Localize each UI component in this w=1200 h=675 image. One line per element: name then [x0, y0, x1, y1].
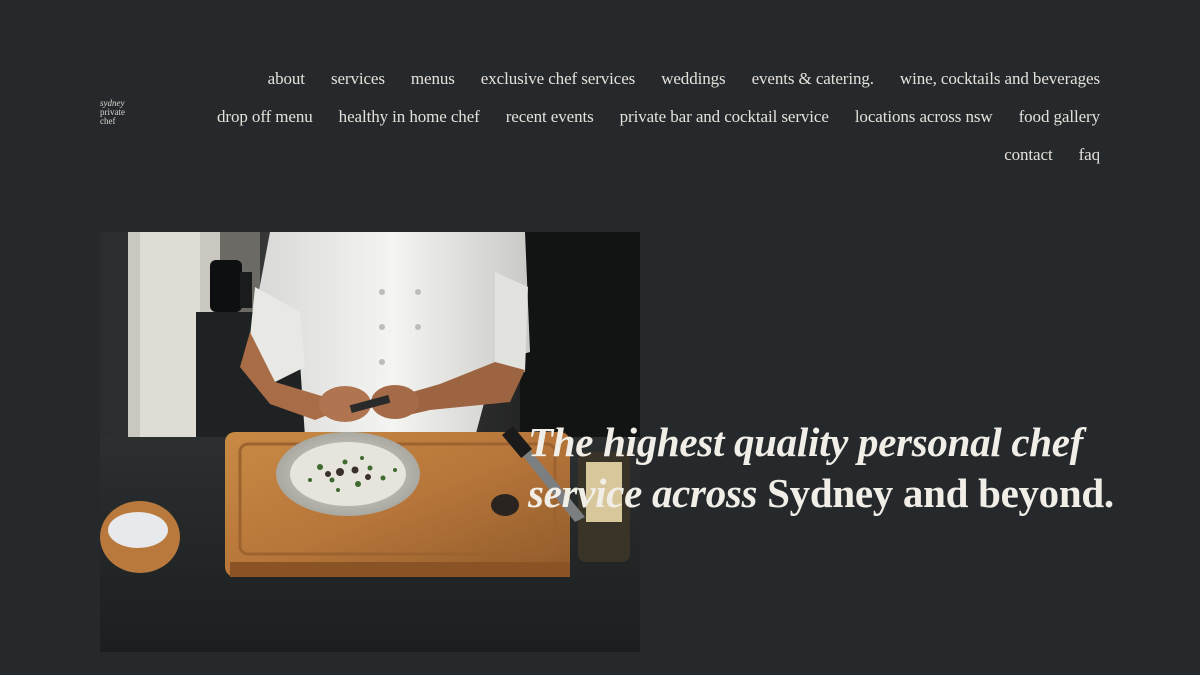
nav-row-2: drop off menu healthy in home chef recen…: [140, 98, 1100, 136]
nav-row-3: contact faq: [140, 136, 1100, 174]
nav-link-menus[interactable]: menus: [411, 69, 455, 89]
nav-link-faq[interactable]: faq: [1079, 145, 1101, 165]
nav-link-healthy-in-home-chef[interactable]: healthy in home chef: [339, 107, 480, 127]
nav-link-recent-events[interactable]: recent events: [506, 107, 594, 127]
nav-link-exclusive-chef-services[interactable]: exclusive chef services: [481, 69, 636, 89]
nav-link-about[interactable]: about: [268, 69, 305, 89]
nav-link-drop-off-menu[interactable]: drop off menu: [217, 107, 313, 127]
nav-link-weddings[interactable]: weddings: [661, 69, 725, 89]
nav-row-1: about services menus exclusive chef serv…: [140, 60, 1100, 98]
nav-link-locations-across-nsw[interactable]: locations across nsw: [855, 107, 993, 127]
nav-link-contact[interactable]: contact: [1004, 145, 1052, 165]
hero-headline-regular: Sydney and beyond.: [757, 470, 1114, 517]
nav-link-services[interactable]: services: [331, 69, 385, 89]
main-navigation: about services menus exclusive chef serv…: [140, 60, 1100, 174]
nav-link-wine-cocktails-beverages[interactable]: wine, cocktails and beverages: [900, 69, 1100, 89]
nav-link-events-catering[interactable]: events & catering.: [752, 69, 874, 89]
hero-headline: The highest quality personal chef servic…: [528, 417, 1148, 519]
nav-link-food-gallery[interactable]: food gallery: [1019, 107, 1101, 127]
nav-link-private-bar-cocktail-service[interactable]: private bar and cocktail service: [620, 107, 829, 127]
